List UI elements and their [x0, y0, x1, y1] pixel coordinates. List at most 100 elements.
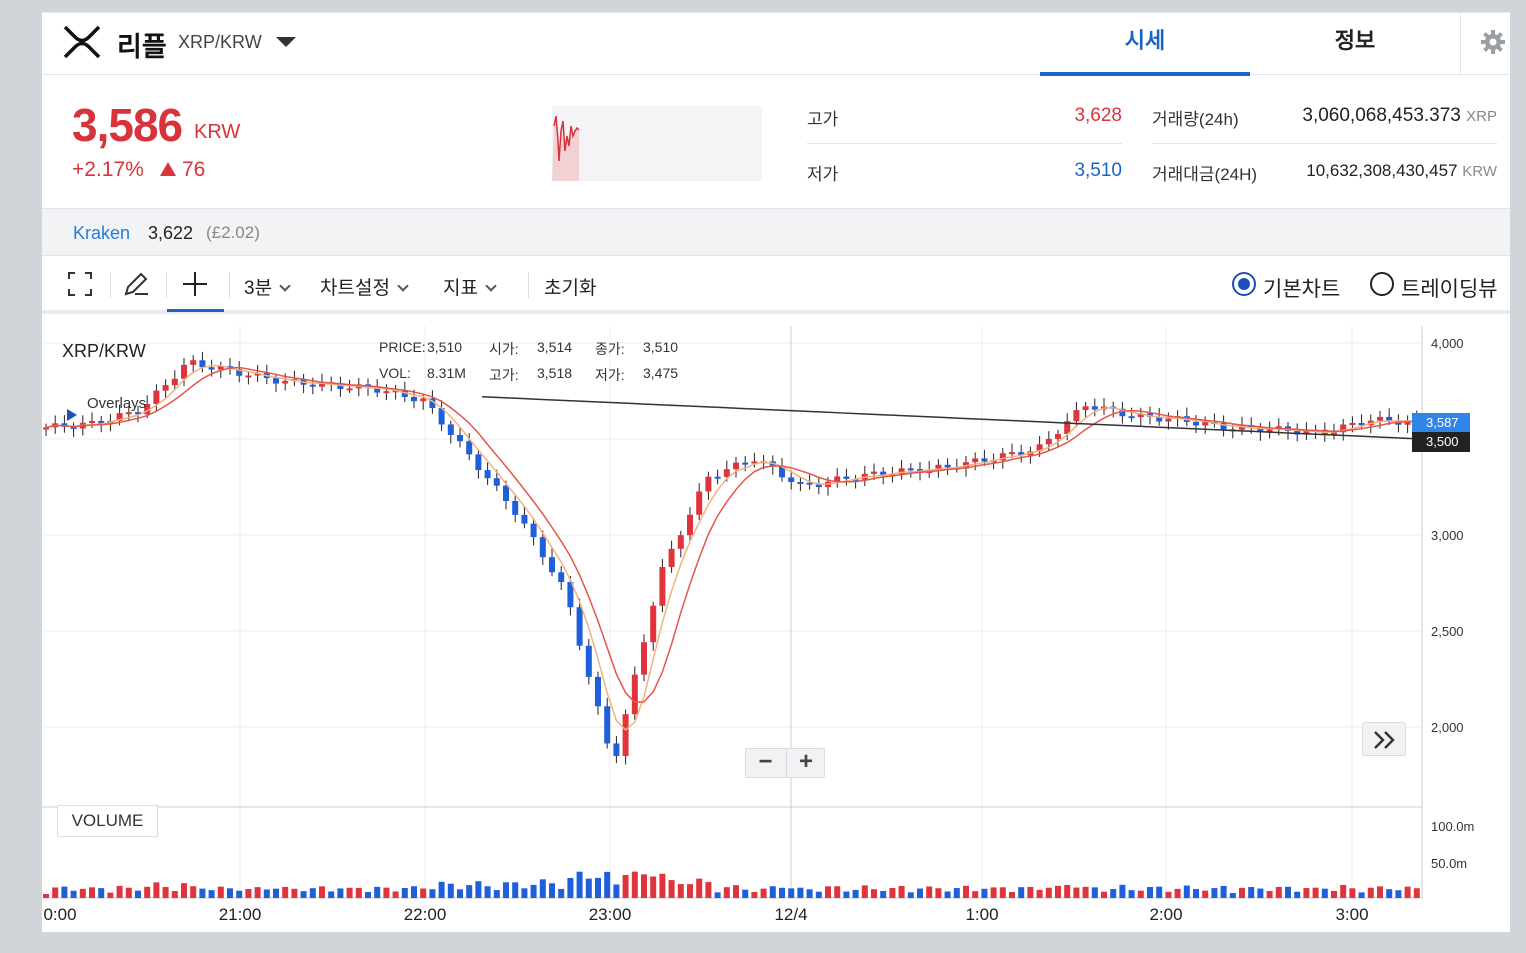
tab-market[interactable]: 시세 [1040, 13, 1250, 76]
chart-canvas[interactable] [42, 318, 1510, 933]
candle [1165, 418, 1172, 422]
info-close-label: 종가: [595, 341, 625, 357]
volume-bar [521, 888, 528, 898]
pair-dropdown-icon[interactable] [276, 37, 296, 47]
volume-bar [1165, 891, 1172, 898]
candle [309, 384, 316, 387]
volume-bar [659, 873, 666, 898]
volume-bar [769, 886, 776, 898]
volume-bar [972, 891, 979, 898]
volume-bar [760, 888, 767, 898]
candle [181, 364, 187, 379]
pencil-icon[interactable] [122, 270, 150, 298]
candle [1073, 410, 1080, 422]
candle [944, 464, 951, 468]
candle [411, 396, 417, 402]
volume-bar [1285, 886, 1291, 898]
indicators-dropdown[interactable]: 지표 [443, 273, 497, 300]
scroll-forward-button[interactable] [1362, 722, 1406, 756]
volume-bar [392, 891, 399, 898]
gear-icon[interactable] [1480, 29, 1506, 55]
candle [622, 714, 629, 756]
candle [687, 514, 693, 536]
volume-bar [1137, 890, 1144, 898]
volume-bar [1312, 887, 1319, 898]
candle [420, 398, 427, 402]
volume-bar [411, 886, 417, 898]
overlays-toggle[interactable]: Overlays [87, 395, 146, 412]
volume-bar [1202, 890, 1209, 898]
volume-bar [779, 887, 785, 898]
interval-dropdown[interactable]: 3분 [244, 273, 291, 300]
candle [512, 500, 519, 515]
volume-bar [365, 892, 371, 898]
candle [843, 476, 850, 479]
volume-bar [43, 894, 49, 898]
candle [668, 548, 675, 568]
x-tick: 22:00 [403, 905, 447, 924]
volume-bar [70, 890, 77, 898]
volume-bar [815, 891, 822, 898]
volume-bar [107, 892, 114, 898]
chart-settings-dropdown[interactable]: 차트설정 [320, 273, 409, 300]
radio-tradingview-label[interactable]: 트레이딩뷰 [1401, 273, 1498, 303]
candle [1349, 423, 1356, 426]
divider [229, 272, 230, 298]
volume-bar [52, 887, 59, 898]
tab-info[interactable]: 정보 [1250, 13, 1460, 75]
volume-bar [631, 871, 638, 898]
exchange-converted: (£2.02) [206, 223, 260, 242]
volume-bar [1064, 884, 1071, 898]
volume-bar [1045, 887, 1052, 898]
volume-value: 3,060,068,453.373 XRP [1302, 105, 1497, 126]
volume-bar [935, 888, 942, 898]
x-tick: 2:00 [1149, 905, 1183, 924]
candle [1377, 416, 1383, 421]
volume-bar [1367, 887, 1374, 898]
reset-button[interactable]: 초기화 [544, 273, 596, 300]
coin-panel: 리플 XRP/KRW 시세 정보 3,586 KRW +2.17% 76 고가 … [42, 12, 1510, 932]
volume-bar [944, 891, 951, 898]
info-open: 3,514 [537, 339, 573, 355]
radio-basic-chart[interactable] [1232, 272, 1256, 296]
volume-bar [181, 883, 187, 898]
candle [190, 360, 197, 365]
volume-bar [162, 887, 169, 898]
chart-toolbar: 3분 차트설정 지표 초기화 기본차트 트레이딩뷰 [42, 256, 1510, 314]
candle [696, 491, 703, 515]
volume-bar [714, 892, 721, 898]
volume-bar [1027, 886, 1034, 898]
volume-bar [1321, 888, 1328, 898]
candle [677, 535, 684, 549]
zoom-out-button[interactable]: − [746, 749, 785, 777]
volume-bar [604, 871, 611, 898]
volume-panel-label: VOLUME [57, 805, 158, 837]
candle [705, 476, 712, 492]
price-chart[interactable]: XRP/KRW PRICE: 3,510 시가: 3,514 종가: 3,510… [42, 318, 1510, 933]
volume-bar [1395, 890, 1402, 898]
change-amount: 76 [182, 158, 206, 181]
play-icon[interactable] [65, 408, 79, 422]
volume-bar [236, 890, 243, 898]
crosshair-icon[interactable] [181, 270, 209, 298]
candle [1193, 421, 1199, 426]
volume-bar [282, 886, 289, 898]
volume-bar [1055, 885, 1061, 898]
volume-bar [1413, 888, 1420, 898]
radio-tradingview[interactable] [1370, 272, 1394, 296]
candle [604, 706, 611, 744]
info-vol: 8.31M [427, 365, 466, 381]
candle [346, 388, 353, 391]
radio-basic-chart-label[interactable]: 기본차트 [1263, 273, 1340, 303]
zoom-in-button[interactable]: + [786, 749, 825, 777]
volume-bar [613, 884, 620, 898]
exchange-link[interactable]: Kraken [73, 223, 130, 244]
candle [585, 645, 592, 677]
volume-bar [696, 878, 703, 898]
low-value: 3,510 [1074, 160, 1122, 181]
volume-bar [990, 887, 997, 898]
change-percent: +2.17% [72, 158, 144, 181]
volume-bar [457, 889, 463, 898]
fullscreen-icon[interactable] [66, 270, 94, 298]
header-bar: 리플 XRP/KRW 시세 정보 [42, 13, 1510, 76]
